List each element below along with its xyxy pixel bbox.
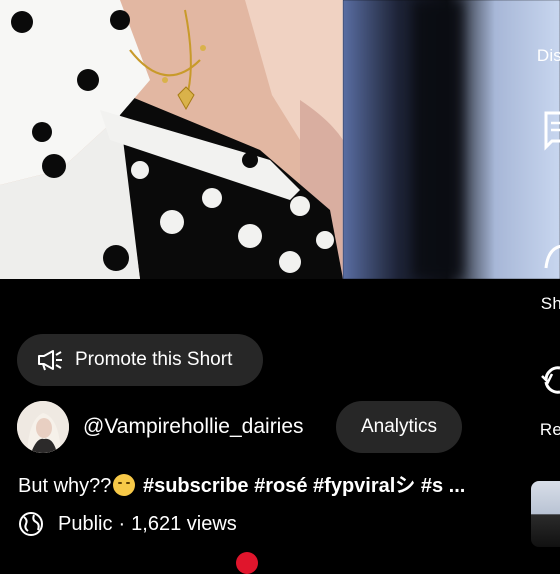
view-count: 1,621 views bbox=[131, 512, 237, 535]
description-text: But why?? bbox=[18, 475, 112, 497]
avatar-image bbox=[17, 401, 69, 453]
share-label[interactable]: Sh bbox=[541, 294, 560, 314]
visibility-label: Public bbox=[58, 512, 113, 535]
channel-avatar[interactable] bbox=[17, 401, 69, 453]
analytics-button[interactable]: Analytics bbox=[336, 401, 462, 453]
promote-short-label: Promote this Short bbox=[75, 349, 233, 370]
description-hashtags[interactable]: #subscribe #rosé #fypviralシ #s ... bbox=[143, 475, 465, 497]
channel-handle[interactable]: @Vampirehollie_dairies bbox=[83, 415, 304, 439]
visibility-views-row: Public · 1,621 views bbox=[18, 509, 237, 539]
video-frame-left bbox=[0, 0, 343, 279]
megaphone-icon bbox=[38, 350, 62, 371]
crying-face-emoji-icon bbox=[113, 474, 136, 496]
video-frame-right bbox=[343, 0, 560, 279]
share-icon[interactable] bbox=[542, 242, 560, 272]
dislike-label[interactable]: Dis bbox=[537, 46, 560, 66]
promote-short-button[interactable]: Promote this Short bbox=[17, 334, 263, 386]
comment-icon[interactable] bbox=[542, 111, 560, 151]
globe-icon bbox=[19, 512, 43, 536]
video-content-image bbox=[0, 0, 343, 279]
video-description[interactable]: But why?? #subscribe #rosé #fypviralシ #s… bbox=[18, 469, 465, 498]
short-video-player[interactable] bbox=[0, 0, 560, 279]
remix-icon[interactable] bbox=[540, 360, 560, 400]
channel-row: @Vampirehollie_dairies bbox=[17, 401, 304, 453]
remix-label[interactable]: Re bbox=[540, 420, 560, 440]
meta-separator: · bbox=[118, 512, 126, 535]
record-indicator bbox=[236, 552, 258, 574]
sound-thumbnail[interactable] bbox=[531, 481, 560, 547]
